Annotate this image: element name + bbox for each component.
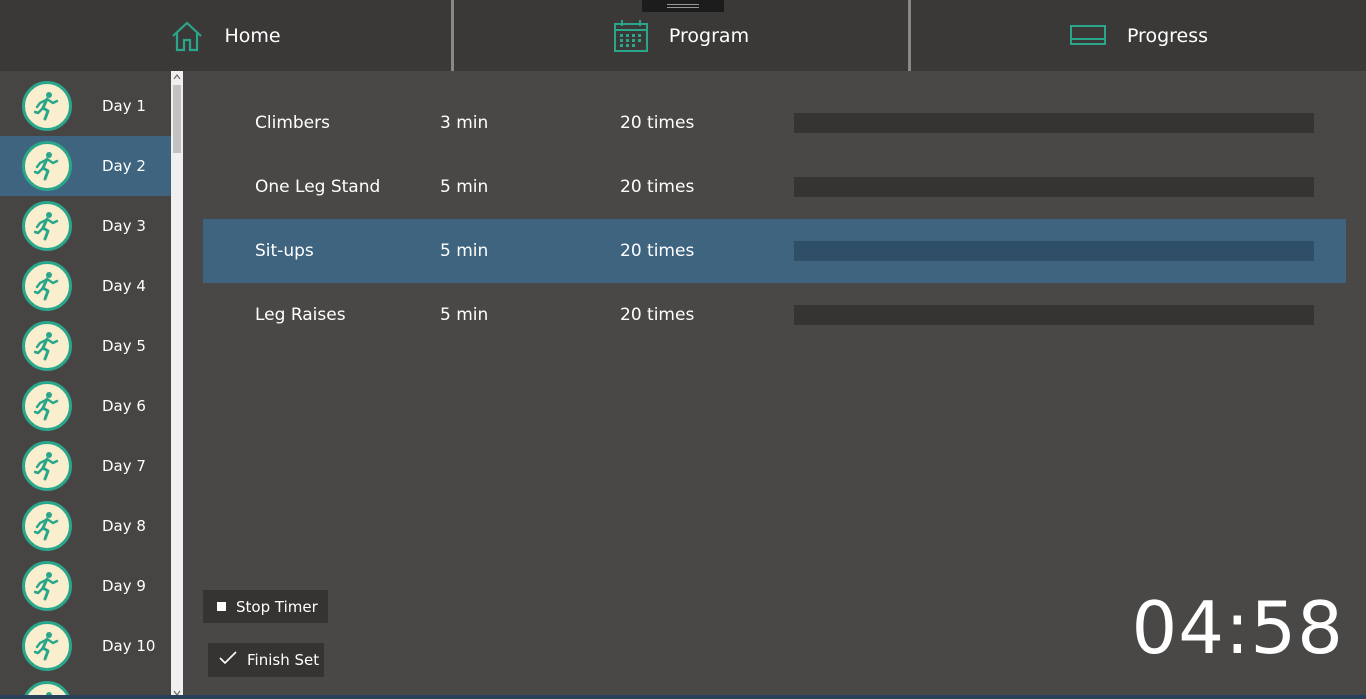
stop-timer-label: Stop Timer [236,597,318,616]
sidebar-item-label: Day 10 [102,637,156,655]
exercise-progress-bar [794,305,1314,325]
sidebar-item-label: Day 7 [102,457,146,475]
sidebar-item-label: Day 2 [102,157,146,175]
exercise-reps: 20 times [620,241,695,261]
exercise-duration: 5 min [440,305,489,325]
exercise-progress-bar [794,241,1314,261]
bottom-accent-strip [0,695,1366,699]
exercise-name: Sit-ups [255,241,314,261]
runner-icon [22,561,72,611]
runner-icon [22,261,72,311]
sidebar-item-day-10[interactable]: Day 10 [0,616,171,676]
sidebar-item-day-7[interactable]: Day 7 [0,436,171,496]
exercise-panel: Climbers 3 min 20 times One Leg Stand 5 min 2… [183,71,1366,699]
sidebar-item-day-8[interactable]: Day 8 [0,496,171,556]
sidebar-item-label: Day 4 [102,277,146,295]
finish-set-button[interactable]: Finish Set [208,643,324,677]
sidebar-item-day-2[interactable]: Day 2 [0,136,171,196]
scrollbar-thumb[interactable] [173,85,181,153]
exercise-reps: 20 times [620,305,695,325]
exercise-name: Leg Raises [255,305,346,325]
exercise-duration: 5 min [440,241,489,261]
exercise-duration: 3 min [440,113,489,133]
runner-icon [22,441,72,491]
sidebar-item-day-1[interactable]: Day 1 [0,76,171,136]
tab-home[interactable]: Home [0,0,451,71]
stop-icon [217,602,226,611]
tab-progress-label: Progress [1126,24,1209,47]
countdown-timer: 04:58 [1131,586,1344,670]
tab-home-label: Home [224,24,281,47]
scroll-up-icon[interactable] [171,71,183,83]
runner-icon [22,621,72,671]
finish-set-label: Finish Set [247,651,320,669]
runner-icon [22,501,72,551]
sidebar-item-day-5[interactable]: Day 5 [0,316,171,376]
checkmark-icon [218,650,238,670]
runner-icon [22,81,72,131]
sidebar-item-label: Day 9 [102,577,146,595]
exercise-reps: 20 times [620,177,695,197]
sidebar-item-day-3[interactable]: Day 3 [0,196,171,256]
sidebar-item-day-9[interactable]: Day 9 [0,556,171,616]
progress-icon [1069,24,1107,48]
sidebar-item-label: Day 5 [102,337,146,355]
exercise-reps: 20 times [620,113,695,133]
exercise-row[interactable]: Leg Raises 5 min 20 times [203,283,1346,347]
tab-program-label: Program [668,24,750,47]
sidebar-item-label: Day 3 [102,217,146,235]
sidebar-item-label: Day 6 [102,397,146,415]
sidebar-item-day-6[interactable]: Day 6 [0,376,171,436]
sidebar-item-label: Day 8 [102,517,146,535]
drag-handle[interactable] [642,0,724,12]
sidebar-item-day-4[interactable]: Day 4 [0,256,171,316]
calendar-icon [613,19,649,53]
day-list: Day 1 Day 2 Day 3 Day 4 Day 5 Day 6 Day 7 Day 8… [0,71,171,699]
runner-icon [22,201,72,251]
exercise-name: Climbers [255,113,330,133]
runner-icon [22,321,72,371]
exercise-duration: 5 min [440,177,489,197]
exercise-progress-bar [794,177,1314,197]
home-icon [170,20,204,52]
runner-icon [22,381,72,431]
sidebar-item-label: Day 1 [102,97,146,115]
exercise-name: One Leg Stand [255,177,381,197]
runner-icon [22,141,72,191]
top-navigation: Home Program Progress [0,0,1366,71]
exercise-progress-bar [794,113,1314,133]
exercise-row[interactable]: Sit-ups 5 min 20 times [203,219,1346,283]
exercise-row[interactable]: Climbers 3 min 20 times [203,91,1346,155]
sidebar-scrollbar[interactable] [171,71,183,699]
tab-progress[interactable]: Progress [911,0,1366,71]
stop-timer-button[interactable]: Stop Timer [203,590,328,623]
exercise-row[interactable]: One Leg Stand 5 min 20 times [203,155,1346,219]
